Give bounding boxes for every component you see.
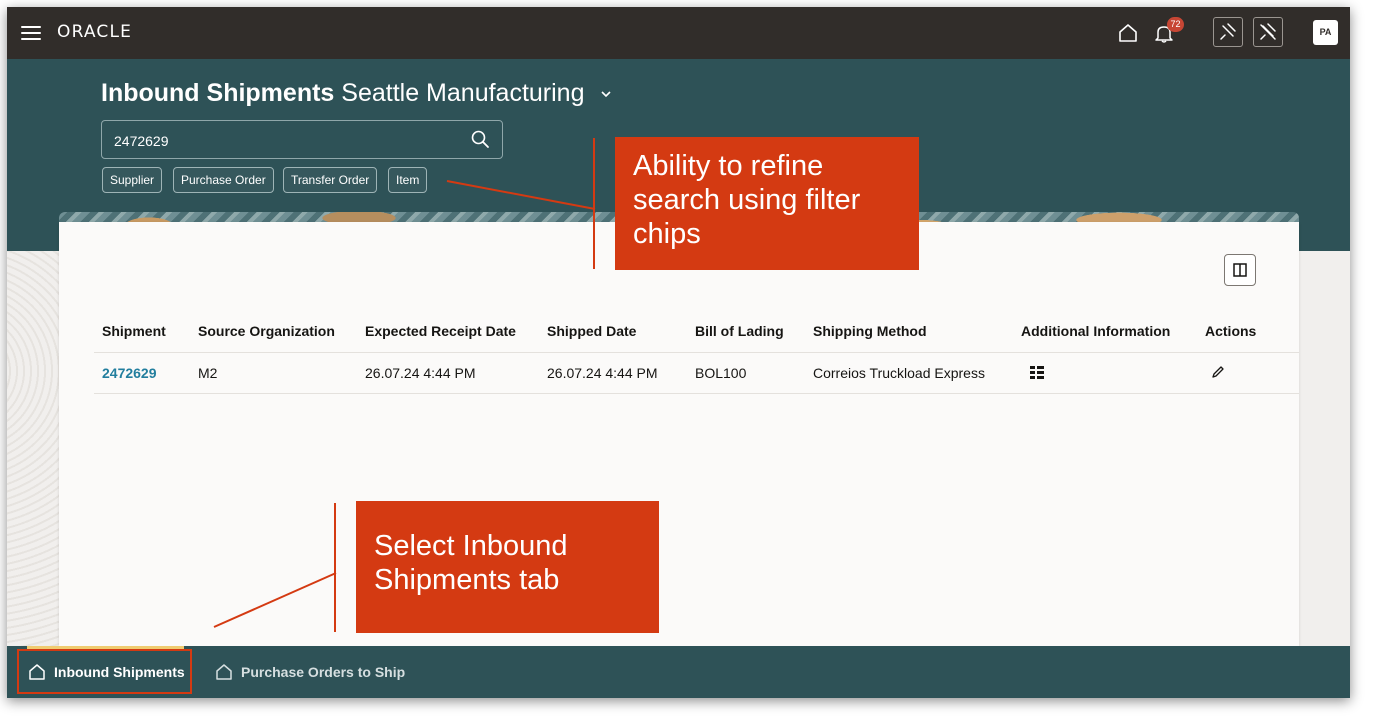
column-header-actions[interactable]: Actions bbox=[1205, 323, 1256, 339]
filter-chip-purchase-order[interactable]: Purchase Order bbox=[173, 167, 274, 193]
tab-label: Inbound Shipments bbox=[54, 664, 185, 680]
home-icon bbox=[216, 664, 232, 680]
table-cell-bill-of-lading: BOL100 bbox=[695, 365, 747, 381]
additional-information-icon[interactable] bbox=[1029, 365, 1045, 381]
page-title: Inbound Shipments Seattle Manufacturing bbox=[101, 79, 613, 108]
home-icon[interactable] bbox=[1116, 21, 1140, 45]
search-input[interactable] bbox=[112, 129, 456, 153]
page-title-label: Inbound Shipments bbox=[101, 79, 335, 107]
pin-icon bbox=[1220, 23, 1236, 40]
search-field[interactable] bbox=[101, 120, 503, 159]
pin-button[interactable] bbox=[1213, 17, 1243, 47]
callout-pointer-line bbox=[446, 180, 596, 210]
tab-inbound-shipments[interactable]: Inbound Shipments bbox=[28, 646, 185, 698]
column-header-bill-of-lading[interactable]: Bill of Lading bbox=[695, 323, 784, 339]
edit-icon[interactable] bbox=[1210, 364, 1226, 380]
table-cell-expected-receipt-date: 26.07.24 4:44 PM bbox=[365, 365, 476, 381]
background-pattern bbox=[7, 251, 59, 646]
oracle-logo: ORACLE bbox=[57, 22, 133, 42]
column-header-shipment[interactable]: Shipment bbox=[102, 323, 166, 339]
callout-select-tab: Select Inbound Shipments tab bbox=[356, 501, 659, 633]
notification-badge: 72 bbox=[1167, 17, 1184, 32]
column-header-shipped-date[interactable]: Shipped Date bbox=[547, 323, 636, 339]
callout-filter-chips: Ability to refine search using filter ch… bbox=[615, 137, 919, 270]
table-cell-shipped-date: 26.07.24 4:44 PM bbox=[547, 365, 658, 381]
column-header-shipping-method[interactable]: Shipping Method bbox=[813, 323, 927, 339]
avatar[interactable]: PA bbox=[1313, 20, 1338, 45]
tab-purchase-orders-to-ship[interactable]: Purchase Orders to Ship bbox=[215, 646, 405, 698]
unpin-icon bbox=[1260, 23, 1276, 40]
callout-pointer-line bbox=[213, 572, 337, 628]
filter-chip-item[interactable]: Item bbox=[388, 167, 428, 193]
header-divider bbox=[94, 352, 1299, 353]
filter-chip-transfer-order[interactable]: Transfer Order bbox=[283, 167, 378, 193]
table-cell-source-organization: M2 bbox=[198, 365, 218, 381]
search-icon[interactable] bbox=[470, 129, 490, 149]
column-header-additional-information[interactable]: Additional Information bbox=[1021, 323, 1170, 339]
column-header-source-organization[interactable]: Source Organization bbox=[198, 323, 335, 339]
tab-label: Purchase Orders to Ship bbox=[241, 664, 406, 680]
table-cell-shipping-method: Correios Truckload Express bbox=[813, 365, 985, 381]
column-layout-button[interactable] bbox=[1224, 254, 1256, 286]
app-window: ORACLE 72 PA Inbound Shipments Seattle M… bbox=[7, 7, 1350, 698]
columns-icon bbox=[1233, 263, 1247, 277]
organization-selector[interactable]: Seattle Manufacturing bbox=[341, 79, 584, 107]
home-icon bbox=[29, 664, 45, 680]
filter-chip-supplier[interactable]: Supplier bbox=[102, 167, 163, 193]
menu-icon[interactable] bbox=[21, 23, 41, 43]
chevron-down-icon[interactable] bbox=[599, 89, 613, 99]
shipment-link[interactable]: 2472629 bbox=[102, 365, 157, 381]
row-divider bbox=[94, 393, 1299, 394]
column-header-expected-receipt-date[interactable]: Expected Receipt Date bbox=[365, 323, 516, 339]
bottom-tab-bar: Inbound Shipments Purchase Orders to Shi… bbox=[7, 646, 1350, 698]
unpin-button[interactable] bbox=[1253, 17, 1283, 47]
global-header: ORACLE 72 PA bbox=[7, 7, 1350, 59]
